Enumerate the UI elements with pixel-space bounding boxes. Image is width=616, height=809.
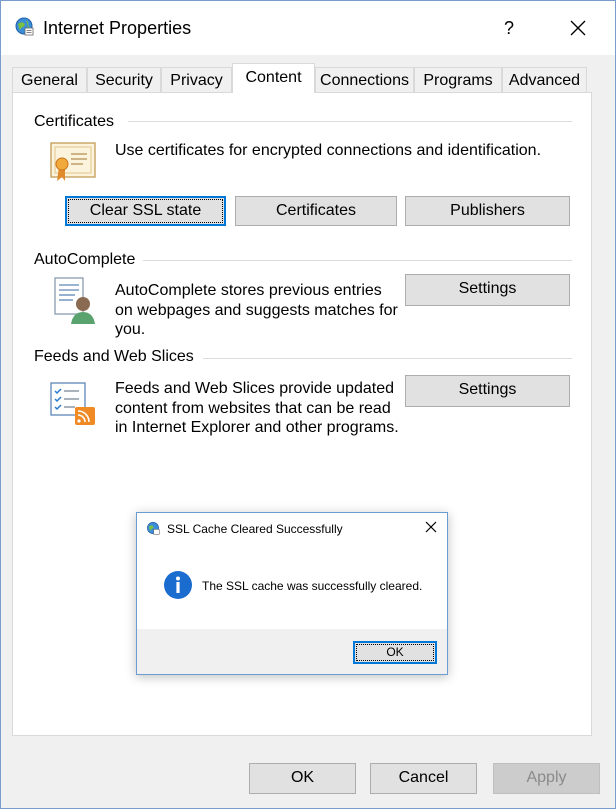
tab-advanced[interactable]: Advanced — [502, 67, 587, 92]
tab-privacy[interactable]: Privacy — [161, 67, 232, 92]
certificates-divider — [128, 121, 572, 122]
tab-connections[interactable]: Connections — [315, 67, 414, 92]
certificates-description: Use certificates for encrypted connectio… — [115, 142, 542, 159]
autocomplete-settings-button[interactable]: Settings — [405, 274, 570, 306]
close-icon[interactable] — [423, 519, 439, 535]
clear-ssl-state-label: Clear SSL state — [68, 199, 223, 223]
certificates-button[interactable]: Certificates — [235, 196, 397, 226]
message-box-text: The SSL cache was successfully cleared. — [202, 579, 423, 593]
message-box-ok-label: OK — [356, 644, 434, 661]
apply-button[interactable]: Apply — [493, 763, 600, 794]
help-button[interactable]: ? — [495, 13, 523, 43]
close-icon[interactable] — [561, 13, 595, 43]
message-box-title: SSL Cache Cleared Successfully — [167, 522, 343, 536]
certificates-group-label: Certificates — [34, 113, 115, 130]
title-bar[interactable]: Internet Properties ? — [1, 1, 615, 55]
clear-ssl-state-button[interactable]: Clear SSL state — [65, 196, 226, 226]
internet-properties-window: Internet Properties ? General Security P… — [0, 0, 616, 809]
window-title: Internet Properties — [43, 18, 192, 38]
ok-button[interactable]: OK — [249, 763, 356, 794]
feeds-divider — [203, 358, 572, 359]
message-box-footer: OK — [137, 629, 447, 674]
ssl-cleared-message-box: SSL Cache Cleared Successfully The SSL c… — [136, 512, 448, 675]
autocomplete-description: AutoComplete stores previous entries on … — [115, 282, 398, 338]
tab-programs[interactable]: Programs — [414, 67, 502, 92]
cancel-button[interactable]: Cancel — [370, 763, 477, 794]
tab-general[interactable]: General — [12, 67, 87, 92]
certificate-icon — [50, 142, 96, 181]
feeds-description: Feeds and Web Slices provide updated con… — [115, 380, 399, 436]
message-box-ok-button[interactable]: OK — [353, 641, 437, 664]
autocomplete-user-icon — [54, 277, 95, 324]
feeds-group-label: Feeds and Web Slices — [34, 348, 194, 365]
info-icon — [164, 571, 192, 599]
internet-globe-icon — [15, 17, 34, 36]
tab-security[interactable]: Security — [87, 67, 161, 92]
autocomplete-group-label: AutoComplete — [34, 251, 136, 268]
publishers-button[interactable]: Publishers — [405, 196, 570, 226]
internet-globe-icon — [147, 522, 160, 535]
feeds-rss-icon — [50, 382, 95, 425]
autocomplete-divider — [143, 260, 572, 261]
tab-content[interactable]: Content — [232, 63, 315, 93]
feeds-settings-button[interactable]: Settings — [405, 375, 570, 407]
